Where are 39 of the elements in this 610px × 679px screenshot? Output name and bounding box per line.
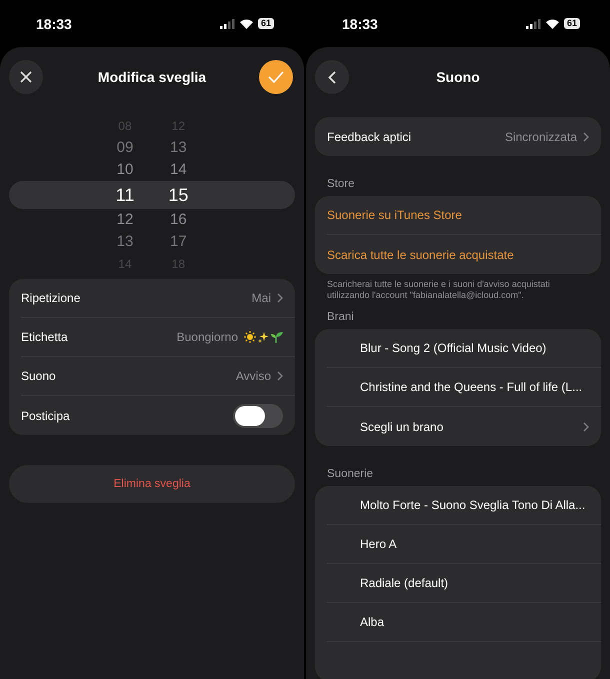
- picker-number[interactable]: 11: [116, 181, 134, 209]
- setting-label: Ripetizione: [21, 291, 80, 305]
- setting-value: Avviso: [236, 369, 271, 383]
- list-item[interactable]: Hero A: [327, 537, 397, 551]
- status-time: 18:33: [36, 16, 72, 32]
- picker-number[interactable]: 13: [170, 137, 187, 159]
- picker-number[interactable]: 14: [170, 159, 187, 181]
- sheet-title: Modifica sveglia: [96, 69, 208, 85]
- list-item[interactable]: Scegli un brano: [327, 420, 444, 434]
- setting-value[interactable]: Sincronizzata: [504, 130, 577, 144]
- list-item[interactable]: Blur - Song 2 (Official Music Video): [327, 341, 546, 355]
- setting-label: Feedback aptici: [327, 130, 412, 144]
- sheet-title: Suono: [435, 69, 481, 85]
- battery-level: 61: [258, 18, 274, 29]
- list-item[interactable]: Christine and the Queens - Full of life (L...: [327, 380, 582, 394]
- setting-label: Posticipa: [21, 408, 70, 422]
- setting-value: Mai: [252, 291, 271, 305]
- delete-alarm-button[interactable]: Elimina sveglia: [9, 465, 295, 503]
- setting-value: Buongiorno: [176, 330, 238, 344]
- section-header: Store: [326, 177, 356, 192]
- list-item[interactable]: Alba: [327, 615, 384, 629]
- store-link[interactable]: Scarica tutte le suonerie acquistate: [327, 248, 514, 262]
- footnote-text: Scaricherai tutte le suonerie e i suoni d'avviso acquistati utilizzando l'account "fabianalatella@icloud.com".: [326, 278, 551, 301]
- battery-level: 61: [564, 18, 580, 29]
- picker-number[interactable]: 12: [116, 209, 134, 231]
- picker-number[interactable]: 10: [116, 159, 134, 181]
- picker-number[interactable]: 13: [116, 231, 134, 253]
- setting-label: Etichetta: [21, 330, 68, 344]
- picker-number[interactable]: 17: [170, 231, 187, 253]
- section-header: Suonerie: [326, 467, 374, 482]
- list-item[interactable]: Molto Forte - Suono Sveglia Tono Di Alla...: [327, 498, 586, 512]
- store-link[interactable]: Suonerie su iTunes Store: [327, 208, 462, 222]
- picker-number[interactable]: 15: [168, 181, 188, 209]
- picker-number[interactable]: 09: [116, 137, 134, 159]
- list-item[interactable]: Radiale (default): [327, 576, 448, 590]
- status-time: 18:33: [342, 16, 378, 32]
- section-header: Brani: [326, 310, 355, 325]
- setting-label: Suono: [21, 369, 56, 383]
- picker-number[interactable]: 16: [170, 209, 187, 231]
